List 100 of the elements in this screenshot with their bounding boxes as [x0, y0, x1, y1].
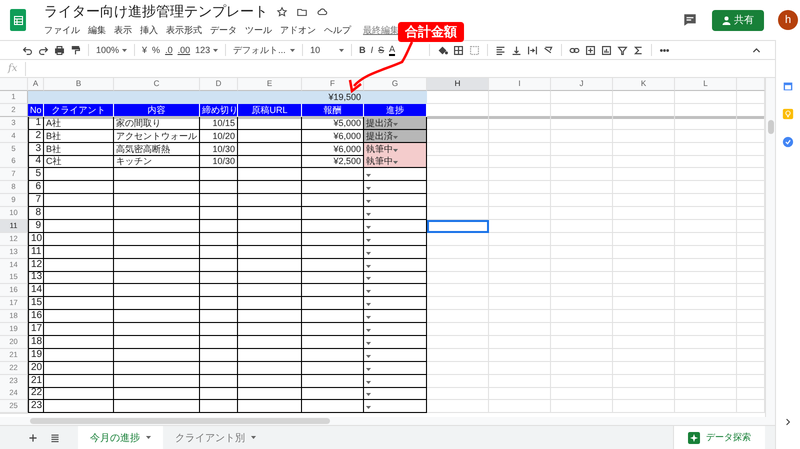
empty-cell[interactable]: [200, 310, 238, 324]
borders-icon[interactable]: [453, 44, 464, 56]
print-icon[interactable]: [54, 44, 65, 56]
merge-cells-icon[interactable]: [469, 44, 480, 56]
empty-cell[interactable]: [114, 232, 200, 246]
empty-cell[interactable]: [238, 194, 302, 208]
empty-cell[interactable]: [238, 323, 302, 336]
status-dropdown[interactable]: [364, 323, 427, 336]
empty-cell[interactable]: [200, 348, 238, 362]
add-comment-icon[interactable]: [585, 44, 596, 56]
empty-cell[interactable]: [114, 310, 200, 324]
empty-cell[interactable]: [238, 207, 302, 220]
empty-cell[interactable]: [114, 297, 200, 310]
empty-cell[interactable]: [44, 374, 114, 388]
empty-cell[interactable]: [44, 297, 114, 310]
percent-format-button[interactable]: %: [152, 45, 160, 55]
header-cell[interactable]: [551, 104, 613, 119]
menu-item[interactable]: 挿入: [140, 24, 158, 37]
header-cell[interactable]: [489, 104, 551, 119]
folder-icon[interactable]: [296, 6, 308, 18]
empty-cell[interactable]: [44, 220, 114, 233]
empty-cell[interactable]: [44, 232, 114, 246]
empty-cell[interactable]: [238, 387, 302, 400]
vertical-scrollbar[interactable]: [765, 78, 775, 417]
empty-cell[interactable]: [302, 348, 364, 362]
empty-cell[interactable]: [238, 142, 302, 156]
spreadsheet-logo-icon[interactable]: [10, 9, 26, 31]
empty-cell[interactable]: [114, 374, 200, 388]
empty-cell[interactable]: [238, 284, 302, 298]
text-wrap-icon[interactable]: [527, 44, 538, 56]
increase-decimal-button[interactable]: .00: [178, 45, 190, 55]
empty-cell[interactable]: [200, 258, 238, 272]
empty-cell[interactable]: [44, 194, 114, 208]
explore-button[interactable]: データ探索: [673, 426, 765, 449]
empty-cell[interactable]: [44, 400, 114, 414]
sum-icon[interactable]: [633, 44, 644, 56]
empty-cell[interactable]: [302, 400, 364, 414]
empty-cell[interactable]: [302, 246, 364, 259]
menu-item[interactable]: ヘルプ: [324, 24, 351, 37]
status-dropdown[interactable]: [364, 400, 427, 414]
document-title[interactable]: ライター向け進捗管理テンプレート: [44, 3, 268, 21]
text-color-button[interactable]: A: [389, 44, 396, 56]
empty-cell[interactable]: [302, 168, 364, 182]
empty-cell[interactable]: [302, 323, 364, 336]
empty-cell[interactable]: [114, 348, 200, 362]
empty-cell[interactable]: [114, 246, 200, 259]
empty-cell[interactable]: [302, 297, 364, 310]
empty-cell[interactable]: [44, 271, 114, 284]
status-dropdown[interactable]: [364, 271, 427, 284]
empty-cell[interactable]: [200, 387, 238, 400]
empty-cell[interactable]: [238, 348, 302, 362]
empty-cell[interactable]: [44, 336, 114, 349]
empty-cell[interactable]: [200, 323, 238, 336]
empty-cell[interactable]: [200, 271, 238, 284]
empty-cell[interactable]: [44, 181, 114, 194]
status-dropdown[interactable]: [364, 297, 427, 310]
empty-cell[interactable]: [44, 387, 114, 400]
empty-cell[interactable]: [200, 207, 238, 220]
lightbulb-icon[interactable]: [782, 108, 794, 120]
empty-cell[interactable]: [200, 194, 238, 208]
empty-cell[interactable]: [114, 323, 200, 336]
empty-cell[interactable]: [238, 181, 302, 194]
empty-cell[interactable]: [200, 297, 238, 310]
undo-icon[interactable]: [22, 44, 33, 56]
empty-cell[interactable]: [114, 362, 200, 375]
header-cell[interactable]: [613, 104, 675, 119]
sheet-tab[interactable]: クライアント別: [163, 426, 268, 449]
italic-button[interactable]: I: [370, 45, 374, 55]
status-dropdown[interactable]: [364, 374, 427, 388]
empty-cell[interactable]: [302, 207, 364, 220]
strikethrough-button[interactable]: S: [378, 45, 384, 55]
empty-cell[interactable]: [200, 232, 238, 246]
share-button[interactable]: 共有: [712, 10, 764, 30]
empty-cell[interactable]: [114, 284, 200, 298]
empty-cell[interactable]: [302, 310, 364, 324]
header-cell[interactable]: [675, 104, 737, 119]
status-dropdown[interactable]: 執筆中: [364, 155, 427, 168]
avatar[interactable]: h: [778, 10, 798, 30]
empty-cell[interactable]: [114, 207, 200, 220]
font-size-dropdown[interactable]: 10: [310, 45, 344, 55]
empty-cell[interactable]: [200, 168, 238, 182]
column-letter[interactable]: H: [427, 78, 489, 91]
sheet-tab[interactable]: 今月の進捗: [78, 426, 163, 449]
status-dropdown[interactable]: [364, 284, 427, 298]
menu-item[interactable]: 編集: [88, 24, 106, 37]
menu-item[interactable]: アドオン: [280, 24, 316, 37]
empty-cell[interactable]: [302, 258, 364, 272]
empty-cell[interactable]: [238, 297, 302, 310]
fill-bucket-icon[interactable]: [437, 44, 448, 56]
empty-cell[interactable]: [44, 168, 114, 182]
empty-cell[interactable]: [302, 374, 364, 388]
empty-cell[interactable]: [238, 374, 302, 388]
menu-item[interactable]: ツール: [245, 24, 272, 37]
column-letter[interactable]: I: [489, 78, 551, 91]
empty-cell[interactable]: [44, 362, 114, 375]
horizontal-scrollbar[interactable]: [0, 417, 775, 425]
empty-cell[interactable]: [44, 323, 114, 336]
status-dropdown[interactable]: [364, 168, 427, 182]
last-edit-link[interactable]: 最終編集: [363, 24, 399, 37]
menu-item[interactable]: ファイル: [44, 24, 80, 37]
